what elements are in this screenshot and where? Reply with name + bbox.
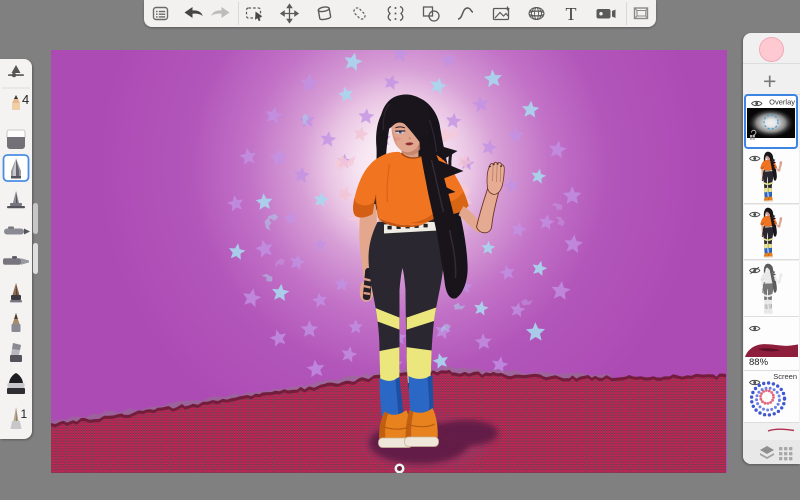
svg-text:Overlay: Overlay bbox=[769, 98, 795, 107]
svg-text:4: 4 bbox=[22, 92, 29, 107]
svg-text:T: T bbox=[566, 4, 577, 24]
svg-text:1: 1 bbox=[21, 407, 28, 421]
